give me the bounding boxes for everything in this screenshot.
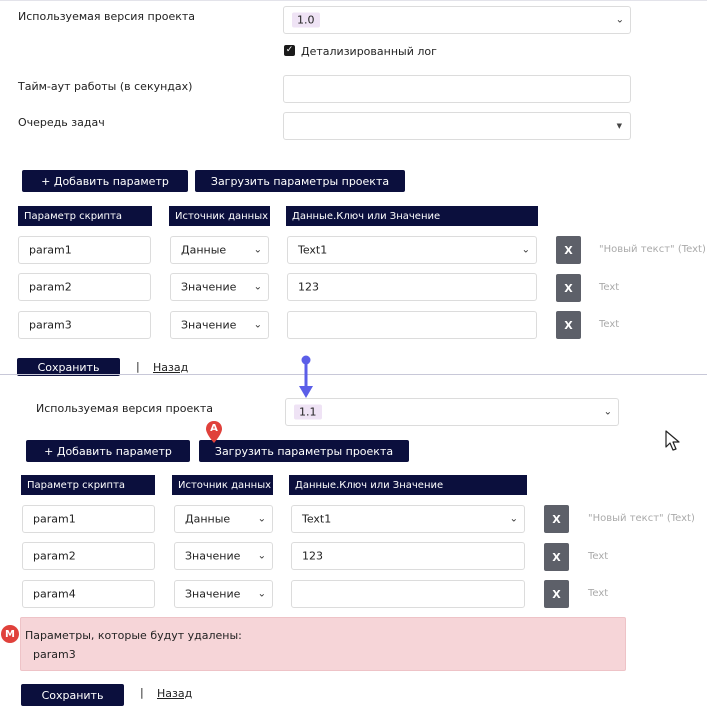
chevron-down-icon: ⌄ (253, 281, 262, 293)
detailed-log-label: Детализированный лог (301, 45, 437, 58)
load-params-button[interactable]: Загрузить параметры проекта (195, 170, 405, 192)
value-hint: Text (588, 588, 609, 599)
value-input[interactable]: 123 (291, 542, 525, 570)
remove-row-button[interactable]: X (556, 311, 581, 339)
value-text: Text1 (302, 512, 332, 526)
source-value: Значение (181, 318, 237, 332)
header-source: Источник данных (169, 206, 270, 226)
param-name-input[interactable]: param1 (22, 505, 155, 533)
load-params-button[interactable]: Загрузить параметры проекта (199, 440, 409, 462)
param-name: param2 (29, 280, 72, 294)
timeout-input[interactable] (283, 75, 631, 103)
param-name: param1 (33, 512, 76, 526)
chevron-down-icon: ⌄ (257, 588, 266, 600)
value-text: Text1 (298, 243, 328, 257)
source-value: Данные (185, 512, 231, 526)
deleted-params-alert: Параметры, которые будут удалены: param3 (20, 617, 626, 671)
remove-row-button[interactable]: X (544, 505, 569, 533)
add-param-button[interactable]: + Добавить параметр (22, 170, 188, 192)
version-value: 1.0 (292, 12, 320, 28)
chevron-down-icon: ⌄ (615, 14, 624, 26)
param-name-input[interactable]: param4 (22, 580, 155, 608)
param-name: param2 (33, 549, 76, 563)
value-text: 123 (298, 280, 319, 294)
header-source: Источник данных (172, 475, 273, 495)
chevron-down-icon: ⌄ (257, 550, 266, 562)
source-value: Значение (185, 587, 241, 601)
value-input[interactable]: 123 (287, 273, 537, 301)
value-input[interactable] (287, 311, 537, 339)
version-value: 1.1 (294, 404, 322, 420)
remove-row-button[interactable]: X (544, 580, 569, 608)
source-select[interactable]: Значение ⌄ (170, 311, 269, 339)
version-select[interactable]: 1.1 ⌄ (285, 398, 619, 426)
top-edge (0, 0, 707, 1)
source-select[interactable]: Значение ⌄ (174, 542, 273, 570)
save-button[interactable]: Сохранить (21, 684, 124, 706)
marker-badge: M (1, 625, 19, 643)
chevron-down-icon: ⌄ (521, 244, 530, 256)
value-hint: "Новый текст" (Text) (599, 244, 706, 255)
alert-title: Параметры, которые будут удалены: (25, 629, 242, 642)
value-hint: "Новый текст" (Text) (588, 513, 695, 524)
remove-row-button[interactable]: X (544, 543, 569, 571)
value-hint: Text (588, 551, 609, 562)
caret-down-icon: ▼ (616, 122, 622, 130)
value-input[interactable] (291, 580, 525, 608)
version-label: Используемая версия проекта (18, 10, 195, 23)
queue-label: Очередь задач (18, 116, 105, 129)
add-param-button[interactable]: + Добавить параметр (26, 440, 190, 462)
header-param: Параметр скрипта (18, 206, 152, 226)
value-hint: Text (599, 282, 620, 293)
mouse-cursor-icon (665, 430, 680, 451)
param-name-input[interactable]: param2 (22, 542, 155, 570)
marker-label: A (210, 423, 218, 434)
version-label: Используемая версия проекта (36, 402, 213, 415)
param-name: param4 (33, 587, 76, 601)
section-divider (0, 374, 707, 375)
source-value: Значение (185, 549, 241, 563)
source-value: Данные (181, 243, 227, 257)
checkbox-checked-icon[interactable]: ✓ (284, 45, 295, 56)
chevron-down-icon: ⌄ (509, 513, 518, 525)
chevron-down-icon: ⌄ (603, 406, 612, 418)
chevron-down-icon: ⌄ (253, 244, 262, 256)
remove-row-button[interactable]: X (556, 236, 581, 264)
header-param: Параметр скрипта (21, 475, 155, 495)
version-select[interactable]: 1.0 ⌄ (283, 6, 631, 34)
header-value: Данные.Ключ или Значение (286, 206, 538, 226)
source-select[interactable]: Данные ⌄ (170, 236, 269, 264)
separator: | (136, 360, 140, 373)
source-select[interactable]: Данные ⌄ (174, 505, 273, 533)
source-select[interactable]: Значение ⌄ (174, 580, 273, 608)
remove-row-button[interactable]: X (556, 274, 581, 302)
queue-select[interactable]: ▼ (283, 112, 631, 140)
source-value: Значение (181, 280, 237, 294)
alert-item: param3 (33, 648, 76, 661)
param-name-input[interactable]: param1 (18, 236, 151, 264)
value-hint: Text (599, 319, 620, 330)
value-select[interactable]: Text1 ⌄ (287, 236, 537, 264)
back-link[interactable]: Назад (153, 361, 188, 374)
source-select[interactable]: Значение ⌄ (170, 273, 269, 301)
value-select[interactable]: Text1 ⌄ (291, 505, 525, 533)
arrow-down-icon (299, 355, 313, 398)
param-name-input[interactable]: param2 (18, 273, 151, 301)
separator: | (140, 686, 144, 699)
param-name: param1 (29, 243, 72, 257)
chevron-down-icon: ⌄ (253, 319, 262, 331)
header-value: Данные.Ключ или Значение (289, 475, 527, 495)
param-name: param3 (29, 318, 72, 332)
back-link[interactable]: Назад (157, 687, 192, 700)
timeout-label: Тайм-аут работы (в секундах) (18, 80, 193, 93)
value-text: 123 (302, 549, 323, 563)
param-name-input[interactable]: param3 (18, 311, 151, 339)
chevron-down-icon: ⌄ (257, 513, 266, 525)
